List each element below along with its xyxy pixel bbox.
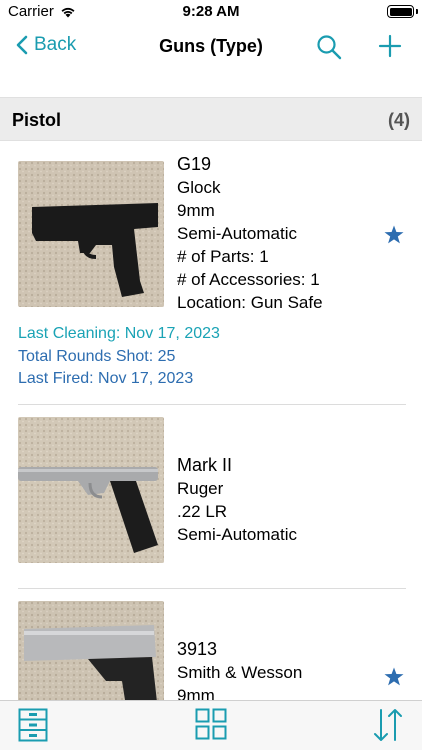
file-cabinet-icon [18, 708, 48, 742]
gun-photo [18, 601, 164, 700]
list-item-mark-ii[interactable]: Mark II Ruger .22 LR Semi-Automatic [0, 405, 422, 589]
battery-icon [387, 5, 414, 18]
total-rounds: Total Rounds Shot: 25 [18, 347, 176, 365]
tab-grid[interactable] [195, 708, 227, 745]
page-title: Guns (Type) [159, 36, 263, 56]
gun-action: Semi-Automatic [177, 224, 297, 243]
tab-list[interactable] [18, 708, 48, 747]
gun-details: G19 Glock 9mm Semi-Automatic # of Parts:… [177, 153, 323, 314]
gun-photo [18, 161, 164, 307]
search-icon [317, 35, 342, 60]
plus-icon [378, 34, 402, 58]
section-title: Pistol [12, 110, 62, 130]
star-icon[interactable] [384, 667, 404, 686]
gun-details: Mark II Ruger .22 LR Semi-Automatic [177, 454, 297, 546]
add-button[interactable] [378, 34, 402, 63]
search-button[interactable] [316, 34, 342, 65]
last-cleaning: Last Cleaning: Nov 17, 2023 [18, 325, 220, 342]
status-time: 9:28 AM [182, 3, 240, 20]
gun-stats: Last Cleaning: Nov 17, 2023 Total Rounds… [18, 323, 220, 391]
gun-location: Location: Gun Safe [177, 293, 323, 312]
gun-list: G19 Glock 9mm Semi-Automatic # of Parts:… [0, 141, 422, 700]
status-bar: Carrier 9:28 AM [0, 0, 422, 24]
list-item-3913[interactable]: 3913 Smith & Wesson 9mm [0, 589, 422, 700]
gun-caliber: 9mm [177, 686, 215, 700]
battery-tip [416, 9, 418, 14]
gun-model: Mark II [177, 455, 233, 475]
gun-parts: # of Parts: 1 [177, 247, 269, 266]
tab-sort[interactable] [372, 708, 404, 747]
list-item-g19[interactable]: G19 Glock 9mm Semi-Automatic # of Parts:… [0, 141, 422, 405]
gun-maker: Smith & Wesson [177, 663, 303, 682]
navigation-bar: Back Guns (Type) [0, 24, 422, 72]
last-fired: Last Fired: Nov 17, 2023 [18, 370, 194, 387]
gun-caliber: .22 LR [177, 502, 228, 521]
gun-maker: Glock [177, 178, 221, 197]
gun-model: 3913 [177, 639, 218, 659]
star-icon[interactable] [384, 225, 404, 244]
grid-icon [195, 708, 227, 740]
tab-bar [0, 700, 422, 750]
section-header: Pistol (4) [0, 97, 422, 141]
gun-details: 3913 Smith & Wesson 9mm [177, 638, 302, 700]
section-count: (4) [388, 110, 410, 130]
gun-caliber: 9mm [177, 201, 215, 220]
gun-action: Semi-Automatic [177, 525, 297, 544]
gun-model: G19 [177, 154, 212, 174]
gun-maker: Ruger [177, 479, 224, 498]
sort-icon [374, 709, 402, 741]
gun-photo [18, 417, 164, 563]
gun-accessories: # of Accessories: 1 [177, 270, 320, 289]
